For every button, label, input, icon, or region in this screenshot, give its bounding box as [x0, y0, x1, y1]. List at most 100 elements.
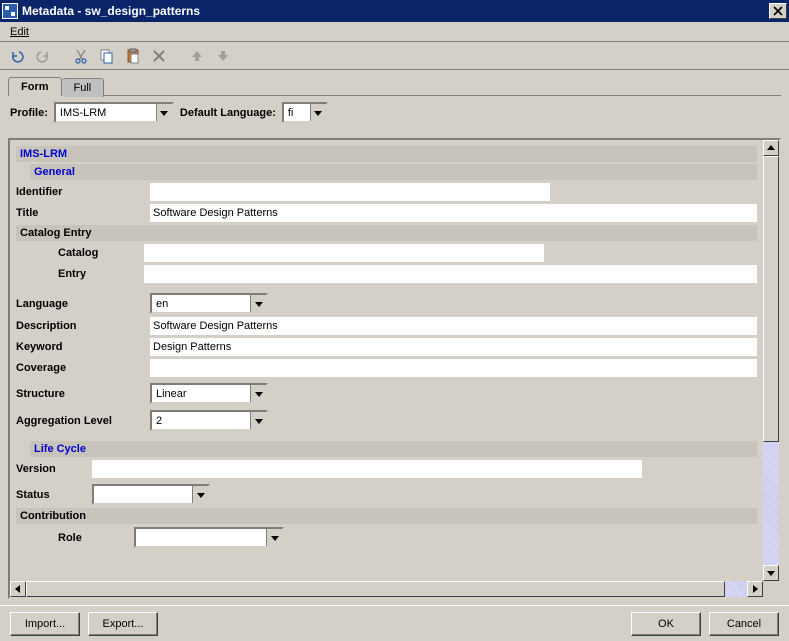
toolbar [0, 42, 789, 70]
redo-icon [35, 48, 51, 64]
structure-label: Structure [16, 388, 144, 400]
default-language-select[interactable]: fi [282, 102, 328, 123]
status-select[interactable] [92, 484, 210, 505]
coverage-input[interactable] [150, 359, 757, 377]
arrow-down-icon [216, 49, 230, 63]
scroll-track-h[interactable] [26, 581, 747, 597]
chevron-down-icon [250, 295, 266, 312]
coverage-row: Coverage [16, 359, 757, 377]
scroll-down-button[interactable] [763, 565, 779, 581]
aggregation-level-row: Aggregation Level 2 [16, 410, 757, 431]
description-label: Description [16, 320, 144, 332]
close-button[interactable] [769, 3, 787, 19]
arrow-up-icon [190, 49, 204, 63]
identifier-row: Identifier [16, 183, 757, 201]
status-label: Status [16, 489, 86, 501]
lifecycle-header: Life Cycle [30, 441, 757, 457]
profile-label: Profile: [10, 107, 48, 119]
role-select[interactable] [134, 527, 284, 548]
title-input[interactable] [150, 204, 757, 222]
chevron-down-icon [192, 486, 208, 503]
tabs: Form Full [0, 70, 789, 95]
language-row: Language en [16, 293, 757, 314]
aggregation-level-select[interactable]: 2 [150, 410, 268, 431]
catalog-label: Catalog [58, 247, 138, 259]
chevron-down-icon [310, 104, 326, 121]
identifier-input[interactable] [150, 183, 550, 201]
paste-button[interactable] [122, 45, 144, 67]
import-button[interactable]: Import... [10, 612, 80, 636]
coverage-label: Coverage [16, 362, 144, 374]
undo-button[interactable] [6, 45, 28, 67]
default-language-label: Default Language: [180, 107, 276, 119]
language-select[interactable]: en [150, 293, 268, 314]
general-header: General [30, 164, 757, 180]
title-label: Title [16, 207, 144, 219]
scroll-up-button[interactable] [763, 140, 779, 156]
copy-button[interactable] [96, 45, 118, 67]
catalog-row: Catalog [58, 244, 757, 262]
entry-row: Entry [58, 265, 757, 283]
scroll-thumb-h[interactable] [26, 581, 725, 597]
entry-input[interactable] [144, 265, 757, 283]
scroll-left-button[interactable] [10, 581, 26, 597]
description-input[interactable] [150, 317, 757, 335]
structure-value: Linear [152, 388, 250, 400]
language-label: Language [16, 298, 144, 310]
move-down-button[interactable] [212, 45, 234, 67]
cut-button[interactable] [70, 45, 92, 67]
button-bar: Import... Export... OK Cancel [0, 605, 789, 641]
structure-select[interactable]: Linear [150, 383, 268, 404]
keyword-label: Keyword [16, 341, 144, 353]
undo-icon [9, 48, 25, 64]
version-label: Version [16, 463, 86, 475]
horizontal-scrollbar[interactable] [10, 581, 763, 597]
status-row: Status [16, 484, 757, 505]
role-row: Role [58, 527, 757, 548]
delete-icon [152, 49, 166, 63]
form-content: IMS-LRM General Identifier Title Catalog… [10, 140, 763, 581]
role-label: Role [58, 532, 128, 544]
vertical-scrollbar[interactable] [763, 140, 779, 581]
paste-icon [125, 48, 141, 64]
profile-select[interactable]: IMS-LRM [54, 102, 174, 123]
identifier-label: Identifier [16, 186, 144, 198]
structure-row: Structure Linear [16, 383, 757, 404]
version-row: Version [16, 460, 757, 478]
aggregation-level-value: 2 [152, 415, 250, 427]
cancel-button[interactable]: Cancel [709, 612, 779, 636]
keyword-input[interactable] [150, 338, 757, 356]
app-icon [2, 3, 18, 19]
profile-select-value: IMS-LRM [56, 107, 156, 119]
cut-icon [73, 48, 89, 64]
ok-button[interactable]: OK [631, 612, 701, 636]
catalog-entry-header: Catalog Entry [16, 225, 757, 241]
contribution-header: Contribution [16, 508, 757, 524]
catalog-input[interactable] [144, 244, 544, 262]
language-value: en [152, 298, 250, 310]
delete-button[interactable] [148, 45, 170, 67]
root-header: IMS-LRM [16, 146, 757, 162]
chevron-down-icon [266, 529, 282, 546]
redo-button[interactable] [32, 45, 54, 67]
profile-row: Profile: IMS-LRM Default Language: fi [0, 96, 789, 129]
scroll-track[interactable] [763, 156, 779, 565]
chevron-down-icon [250, 385, 266, 402]
form-scroll-pane: IMS-LRM General Identifier Title Catalog… [8, 138, 781, 599]
entry-label: Entry [58, 268, 138, 280]
move-up-button[interactable] [186, 45, 208, 67]
titlebar: Metadata - sw_design_patterns [0, 0, 789, 22]
window-title: Metadata - sw_design_patterns [22, 4, 769, 18]
chevron-down-icon [156, 104, 172, 121]
scroll-thumb[interactable] [763, 156, 779, 442]
tab-form[interactable]: Form [8, 77, 62, 96]
title-row: Title [16, 204, 757, 222]
default-language-value: fi [284, 107, 310, 119]
menu-edit[interactable]: Edit [4, 24, 35, 40]
scroll-right-button[interactable] [747, 581, 763, 597]
version-input[interactable] [92, 460, 642, 478]
tab-full[interactable]: Full [62, 78, 105, 97]
chevron-down-icon [250, 412, 266, 429]
export-button[interactable]: Export... [88, 612, 158, 636]
scroll-corner [763, 581, 779, 597]
